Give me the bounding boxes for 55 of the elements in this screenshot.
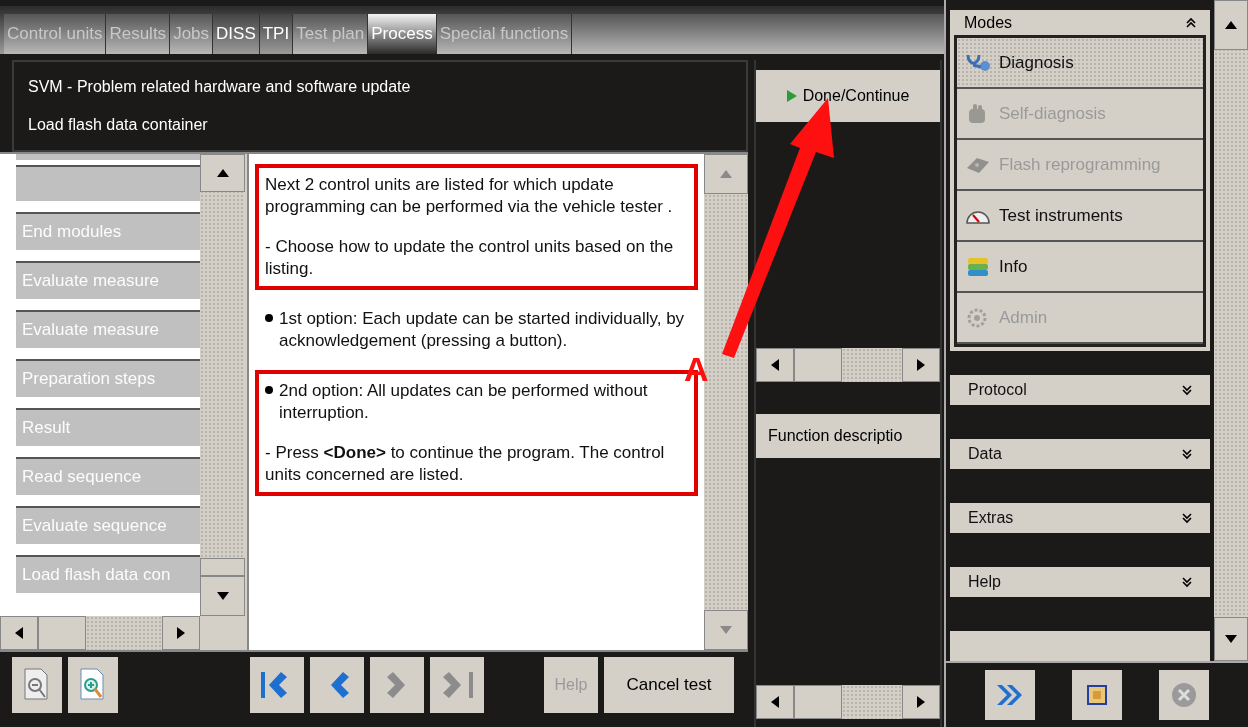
scrollbar-thumb[interactable] (794, 348, 842, 382)
forward-button[interactable] (984, 670, 1035, 720)
horizontal-scrollbar[interactable] (756, 348, 940, 382)
play-icon (786, 90, 797, 102)
zoom-in-button[interactable] (68, 657, 118, 713)
horizontal-scrollbar[interactable] (756, 685, 940, 719)
function-description-button[interactable]: Function descriptio (756, 414, 940, 458)
tab[interactable]: DISS (213, 14, 260, 54)
instruction-text: Next 2 control units are listed for which update programming can be performed via the vehicle tester . (265, 174, 674, 218)
modes-title: Modes (964, 12, 1013, 33)
cancel-test-button[interactable]: Cancel test (604, 657, 734, 713)
procedure-step: Load flash data container (28, 113, 732, 137)
expand-icon (1182, 448, 1192, 460)
tab[interactable]: Process (368, 14, 437, 54)
instruction-text: 2nd option: All updates can be performed without interruption. (279, 380, 649, 424)
scroll-left-button[interactable] (756, 685, 794, 719)
scroll-down-button[interactable] (1214, 617, 1248, 661)
annotation-letter: A (684, 352, 709, 386)
mode-item[interactable]: Diagnosis (957, 38, 1203, 89)
books-icon (965, 255, 991, 278)
scroll-right-button[interactable] (902, 685, 940, 719)
close-icon (1171, 682, 1198, 708)
scroll-up-button[interactable] (200, 154, 245, 192)
frame-button[interactable] (1072, 670, 1122, 720)
expand-icon (1182, 384, 1192, 396)
scroll-down-button[interactable] (200, 576, 245, 616)
instruction-text: - Press <Done> to continue the program. The control units concerned are listed. (265, 442, 666, 486)
scrollbar-thumb[interactable] (38, 616, 86, 650)
zoom-out-button[interactable] (12, 657, 62, 713)
scroll-left-button[interactable] (756, 348, 794, 382)
close-button[interactable] (1159, 670, 1210, 720)
collapse-icon (1186, 16, 1196, 29)
expand-icon (1182, 576, 1192, 588)
section-header[interactable]: Help (950, 567, 1210, 597)
instruction-text: - Choose how to update the control units based on the listing. (265, 236, 675, 280)
procedure-title: SVM - Problem related hardware and software update (28, 77, 412, 97)
section-header[interactable]: Data (950, 439, 1210, 469)
modes-header[interactable]: Modes (950, 10, 1210, 35)
expand-icon (1182, 512, 1192, 524)
navigation-button[interactable] (310, 657, 364, 713)
section-header[interactable]: Extras (950, 503, 1210, 533)
scrollbar-thumb[interactable] (200, 558, 245, 576)
bullet-icon (265, 386, 273, 394)
section-header[interactable]: Protocol (950, 375, 1210, 405)
bullet-icon (265, 314, 273, 322)
done-continue-button[interactable]: Done/Continue (756, 70, 940, 122)
scroll-up-button[interactable] (1214, 0, 1248, 50)
scroll-left-button[interactable] (0, 616, 38, 650)
instruction-text: 1st option: Each update can be started individually, by acknowledgement (pressing a button). (279, 308, 686, 352)
scroll-right-button[interactable] (902, 348, 940, 382)
tab[interactable]: TPI (259, 14, 294, 54)
scrollbar-thumb[interactable] (794, 685, 842, 719)
navigation-button[interactable] (250, 657, 304, 713)
scroll-right-button[interactable] (162, 616, 200, 650)
horizontal-scrollbar[interactable] (0, 616, 200, 650)
